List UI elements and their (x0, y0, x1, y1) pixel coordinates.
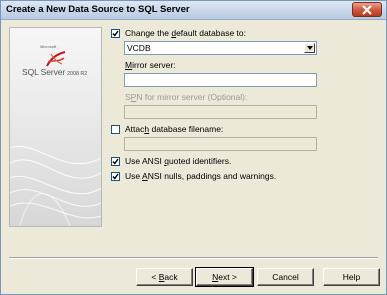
sql-server-logo-icon (46, 51, 66, 67)
next-button-label: Next > (212, 272, 237, 282)
change-default-db-checkbox[interactable] (111, 29, 120, 38)
checkmark-icon (112, 30, 119, 37)
back-button-label: < Back (151, 272, 178, 282)
dialog-window: Create a New Data Source to SQL Server M… (0, 0, 387, 295)
ansi-nulls-checkbox[interactable] (111, 172, 120, 181)
back-button[interactable]: < Back (136, 268, 193, 286)
cancel-button-label: Cancel (272, 272, 299, 282)
attach-db-checkbox[interactable] (111, 125, 120, 134)
attach-db-filename-input[interactable] (124, 137, 317, 151)
spn-label: SPN for mirror server (Optional): (125, 92, 248, 102)
ansi-quoted-checkbox[interactable] (111, 157, 120, 166)
mirror-server-input[interactable] (124, 73, 317, 87)
window-title: Create a New Data Source to SQL Server (6, 4, 190, 15)
checkmark-icon (112, 158, 119, 165)
checkmark-icon (112, 173, 119, 180)
help-button[interactable]: Help (323, 268, 380, 286)
sql-server-logo-panel: Microsoft SQL Server 2008 R2 (9, 27, 102, 227)
spn-input[interactable] (124, 105, 317, 119)
logo-version: 2008 R2 (67, 71, 88, 77)
logo-product-name: SQL Server (22, 67, 66, 77)
title-bar[interactable]: Create a New Data Source to SQL Server (1, 1, 386, 20)
change-default-db-label[interactable]: Change the default database to: (125, 28, 246, 38)
logo-product: SQL Server 2008 R2 (22, 67, 87, 77)
mirror-server-label: Mirror server: (125, 60, 176, 70)
next-button[interactable]: Next > (195, 267, 254, 287)
button-separator (9, 257, 378, 259)
default-database-select[interactable]: VCDB (124, 41, 317, 55)
dialog-content: Microsoft SQL Server 2008 R2 Change the d… (4, 20, 383, 292)
close-icon (362, 5, 372, 15)
default-database-value: VCDB (127, 43, 151, 53)
cancel-button[interactable]: Cancel (257, 268, 314, 286)
ansi-quoted-label[interactable]: Use ANSI quoted identifiers. (125, 156, 231, 166)
attach-db-label[interactable]: Attach database filename: (125, 124, 223, 134)
chevron-down-icon (307, 46, 313, 50)
ansi-nulls-label[interactable]: Use ANSI nulls, paddings and warnings. (125, 171, 276, 181)
help-button-label: Help (342, 272, 361, 282)
dropdown-arrow-button[interactable] (304, 43, 315, 53)
logo-microsoft-text: Microsoft (40, 44, 57, 49)
close-button[interactable] (352, 2, 382, 17)
